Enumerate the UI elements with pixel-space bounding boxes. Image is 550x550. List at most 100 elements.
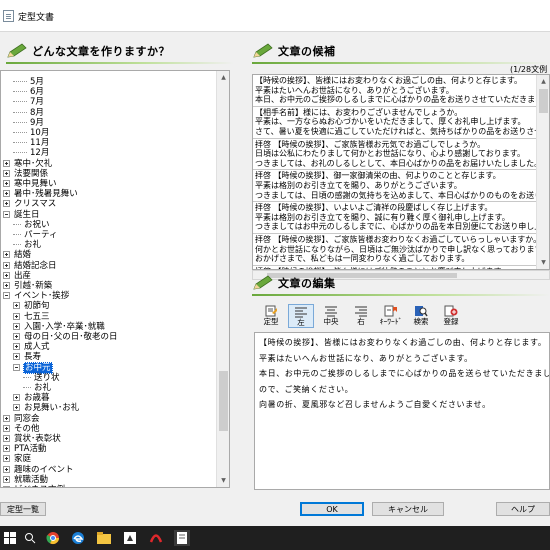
expand-icon[interactable] <box>3 424 10 432</box>
expand-icon[interactable] <box>3 180 10 187</box>
collapse-icon[interactable] <box>13 363 20 371</box>
tree-item[interactable]: 法要関係 <box>3 169 49 179</box>
register-button[interactable]: 登録 <box>438 304 464 328</box>
align-right-button[interactable]: 右 <box>348 304 374 328</box>
tree-item[interactable]: 11月 <box>13 138 50 148</box>
scroll-up-icon[interactable]: ▲ <box>537 75 549 88</box>
tree-item[interactable]: 趣味のイベント <box>3 465 75 475</box>
align-center-button[interactable]: 中央 <box>318 304 344 328</box>
expand-icon[interactable] <box>13 322 20 330</box>
tree-item[interactable]: お歳暮 <box>13 393 51 403</box>
expand-icon[interactable] <box>13 333 20 340</box>
template-list-button[interactable]: 定型一覧 <box>0 502 46 516</box>
file-explorer-icon[interactable] <box>96 530 112 546</box>
tree-item[interactable]: 家庭 <box>3 454 32 464</box>
tree-item[interactable]: イベント･挨拶 <box>3 291 70 301</box>
app-icon[interactable] <box>122 530 138 546</box>
help-button[interactable]: ヘルプ <box>496 502 550 516</box>
candidate-item[interactable]: 【時候の挨拶】、皆様にはお変わりなくお過ごしの由、何よりと存じます。 平素はたいへ… <box>253 75 549 107</box>
expand-icon[interactable] <box>3 190 10 198</box>
tree-item[interactable]: 送り状 <box>23 373 61 383</box>
tree-item[interactable]: PTA活動 <box>3 444 47 454</box>
candidate-item[interactable]: 拝啓 【時候の挨拶】、ご家族皆様お変わりなくお過ごしていらっしゃいますか。 何かと… <box>253 234 549 266</box>
tree-item[interactable]: 5月 <box>13 77 45 87</box>
expand-icon[interactable] <box>3 486 10 487</box>
tree-item[interactable]: 誕生日 <box>3 210 41 220</box>
search-icon[interactable] <box>22 530 38 546</box>
tree-item[interactable]: 6月 <box>13 87 45 97</box>
tree-item[interactable]: 寒中見舞い <box>3 179 58 189</box>
tree-item[interactable]: 8月 <box>13 108 45 118</box>
document-app-icon[interactable] <box>174 530 190 546</box>
expand-icon[interactable] <box>13 343 20 351</box>
expand-icon[interactable] <box>13 404 20 412</box>
expand-icon[interactable] <box>3 169 10 177</box>
tree-item[interactable]: お礼 <box>23 383 52 393</box>
red-app-icon[interactable] <box>148 530 164 546</box>
tree-item[interactable]: お礼 <box>13 240 42 250</box>
cancel-button[interactable]: キャンセル <box>372 502 444 516</box>
tree-item[interactable]: その他 <box>3 424 41 434</box>
expand-icon[interactable] <box>3 251 10 259</box>
keyword-button[interactable]: ｷｰﾜｰﾄﾞ <box>378 304 404 328</box>
expand-icon[interactable] <box>3 261 10 269</box>
tree-item[interactable]: 成人式 <box>13 342 51 352</box>
tree-item[interactable]: 7月 <box>13 97 45 107</box>
collapse-icon[interactable] <box>3 292 10 300</box>
expand-icon[interactable] <box>13 312 20 320</box>
expand-icon[interactable] <box>3 271 10 279</box>
tree-item[interactable]: 七五三 <box>13 312 51 322</box>
tree-item[interactable]: 出産 <box>3 271 32 281</box>
search-button[interactable]: 検索 <box>408 304 434 328</box>
chrome-icon[interactable] <box>45 530 61 546</box>
tree-item[interactable]: 初節句 <box>13 301 51 311</box>
tree-item[interactable]: 10月 <box>13 128 50 138</box>
edge-icon[interactable] <box>70 530 86 546</box>
windows-start-icon[interactable] <box>2 530 18 546</box>
tree-item[interactable]: お祝い <box>13 220 51 230</box>
tree-item[interactable]: 寒中･欠礼 <box>3 159 53 169</box>
scroll-down-icon[interactable]: ▼ <box>217 474 229 487</box>
candidate-item[interactable]: 拝啓 【時候の挨拶】、ご家族皆様お元気でお過ごしでしょうか。 日頃は公私にわたりま… <box>253 139 549 171</box>
candidate-scroll-thumb[interactable] <box>539 89 548 113</box>
expand-icon[interactable] <box>3 445 10 453</box>
template-button[interactable]: 定型 <box>258 304 284 328</box>
tree-item[interactable]: 同窓会 <box>3 414 41 424</box>
expand-icon[interactable] <box>13 302 20 310</box>
scroll-up-icon[interactable]: ▲ <box>217 71 229 84</box>
expand-icon[interactable] <box>3 475 10 483</box>
expand-icon[interactable] <box>3 200 10 208</box>
align-left-button[interactable]: 左 <box>288 304 314 328</box>
candidate-item[interactable]: 拝啓 【時候の挨拶】、御一家御清栄の由、何よりのことと存じます。 平素は格別のお引… <box>253 170 549 203</box>
expand-icon[interactable] <box>3 435 10 442</box>
category-tree[interactable]: 5月 6月 7月 8月 9月 10月 11月 12月 寒中･欠礼 法要関係 寒中見舞い 暑中･残暑見舞… <box>0 70 230 488</box>
tree-item[interactable]: 引越･新築 <box>3 281 53 291</box>
tree-scroll-thumb[interactable] <box>219 371 228 431</box>
tree-item[interactable]: 結婚記念日 <box>3 261 58 271</box>
text-editor[interactable]: 【時候の挨拶】、皆様にはお変わりなくお過ごしの由、何よりと存じます。 平素はたい… <box>254 332 550 490</box>
candidate-list[interactable]: 【時候の挨拶】、皆様にはお変わりなくお過ごしの由、何よりと存じます。 平素はたいへ… <box>252 74 550 270</box>
tree-item[interactable]: 12月 <box>13 148 50 158</box>
tree-item[interactable]: パーティ <box>13 230 59 240</box>
tree-item[interactable]: 母の日･父の日･敬老の日 <box>13 332 119 342</box>
expand-icon[interactable] <box>3 159 10 167</box>
expand-icon[interactable] <box>3 282 10 289</box>
tree-item[interactable]: 賞状･表彰状 <box>3 434 62 444</box>
expand-icon[interactable] <box>13 353 20 361</box>
tree-item[interactable]: 暑中･残暑見舞い <box>3 189 79 199</box>
tree-item[interactable]: ビジネス文例 <box>3 485 66 487</box>
tree-item[interactable]: 結婚 <box>3 250 32 260</box>
tree-item[interactable]: 9月 <box>13 118 45 128</box>
tree-item[interactable]: クリスマス <box>3 199 57 209</box>
expand-icon[interactable] <box>3 414 10 422</box>
ok-button[interactable]: OK <box>300 502 364 516</box>
expand-icon[interactable] <box>13 394 20 402</box>
tree-scrollbar[interactable]: ▲ ▼ <box>216 71 229 487</box>
tree-item[interactable]: 入園･入学･卒業･就職 <box>13 322 106 332</box>
tree-item[interactable]: 就職活動 <box>3 475 49 485</box>
scroll-down-icon[interactable]: ▼ <box>537 256 549 269</box>
candidate-item[interactable]: 拝啓 【時候の挨拶】、いよいよご清祥の段慶ばしく存じ上げます。 平素は格別のお引き… <box>253 202 549 234</box>
candidate-scrollbar[interactable]: ▲ ▼ <box>536 75 549 269</box>
collapse-icon[interactable] <box>3 210 10 218</box>
expand-icon[interactable] <box>3 465 10 473</box>
